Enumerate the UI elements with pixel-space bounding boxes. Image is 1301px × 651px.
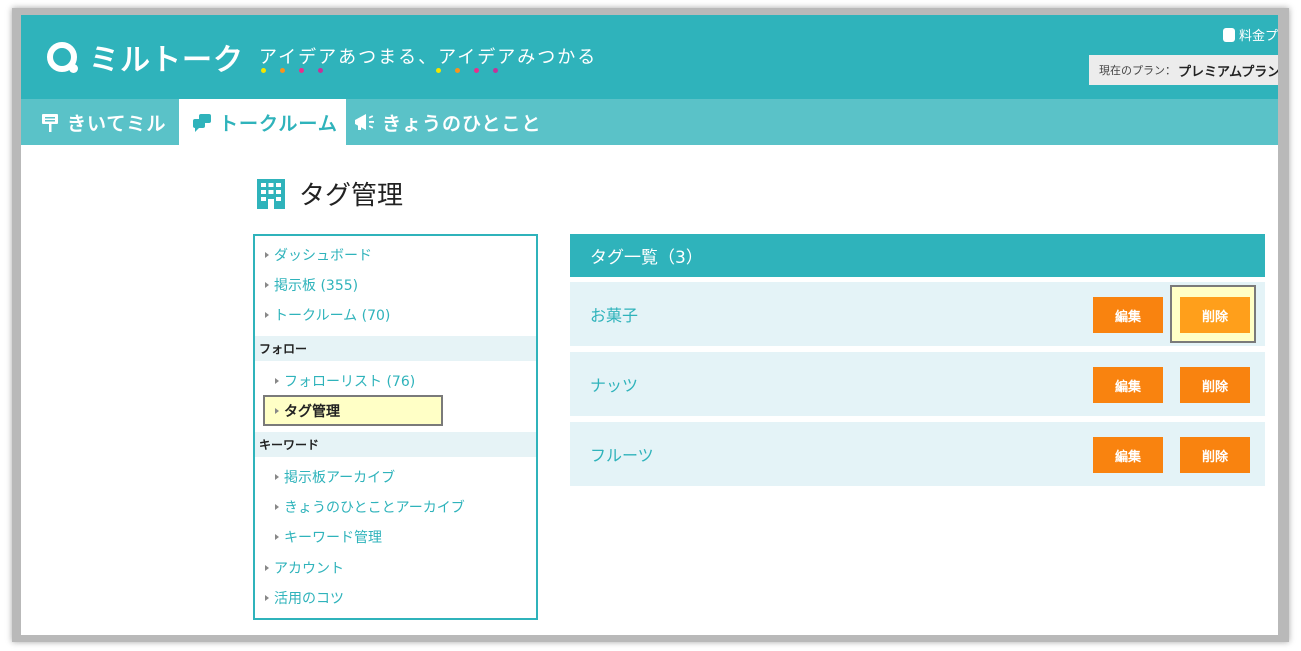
dot [318,68,323,73]
sidebar-section-keyword: キーワード [255,432,536,457]
megaphone-icon [355,114,374,130]
sidebar-item-label: フォローリスト (76) [284,374,416,390]
tag-name: お菓子 [590,306,639,325]
bullet-triangle-icon [275,407,279,414]
sidebar-item-dashboard[interactable]: ダッシュボード [255,240,536,270]
bullet-triangle-icon [265,312,269,318]
dot [493,68,498,73]
sidebar-item-tips[interactable]: 活用のコツ [255,583,536,613]
sidebar: ダッシュボード 掲示板 (355) トークルーム (70) フォロー フォローリ… [253,234,538,620]
sidebar-item-label: アカウント [274,561,344,577]
sidebar-item-hitokoto-archive[interactable]: きょうのひとことアーカイブ [255,492,536,522]
sidebar-item-label: ダッシュボード [274,248,372,264]
tag-name: フルーツ [590,446,654,465]
sidebar-item-talkroom[interactable]: トークルーム (70) [255,300,536,330]
dot [299,68,304,73]
chat-bubbles-icon [193,114,211,132]
bullet-triangle-icon [265,282,269,288]
delete-tag-button[interactable]: 削除 [1180,367,1250,403]
tab-talkroom[interactable]: トークルーム [179,99,346,145]
tab-kyounohitokoto[interactable]: きょうのひとこと [352,99,541,145]
plan-label: 現在のプラン： [1099,64,1176,77]
dot [280,68,285,73]
page-title: タグ管理 [257,175,403,212]
tagline-dots-right [436,68,498,74]
current-plan-box: 現在のプラン： プレミアムプラン [1089,55,1278,85]
site-tagline: アイデアあつまる、アイデアみつかる [259,47,598,68]
sidebar-item-tag-management[interactable]: タグ管理 [263,395,443,426]
plan-value: プレミアムプラン [1178,64,1278,80]
sidebar-item-label: きょうのひとことアーカイブ [284,500,465,516]
sidebar-item-board[interactable]: 掲示板 (355) [255,270,536,300]
tab-kiitemiru[interactable]: きいてミル [39,99,166,145]
site-header: ミルトーク アイデアあつまる、アイデアみつかる 料金プ 現在のプラン： プレミア… [21,15,1278,99]
logo-search-icon [47,42,78,73]
tagline-dots-left [261,68,323,74]
pricing-link[interactable]: 料金プ [1222,25,1278,44]
page-title-text: タグ管理 [299,181,404,211]
logo-text: ミルトーク [89,43,244,78]
tag-list-header: タグ一覧（3） [570,234,1265,277]
bullet-triangle-icon [275,534,279,540]
dot [436,68,441,73]
sidebar-item-label: トークルーム (70) [274,308,391,324]
tag-row: フルーツ 編集 削除 [570,422,1265,486]
sidebar-item-label: キーワード管理 [284,530,382,546]
sidebar-item-label: 活用のコツ [274,591,344,607]
sidebar-item-label: タグ管理 [284,403,340,420]
sidebar-section-follow: フォロー [255,336,536,361]
edit-tag-button[interactable]: 編集 [1093,437,1163,473]
sidebar-item-keyword-management[interactable]: キーワード管理 [255,522,536,552]
edit-tag-button[interactable]: 編集 [1093,367,1163,403]
bullet-triangle-icon [275,504,279,510]
pricing-label: 料金プ [1238,29,1278,44]
sidebar-item-label: 掲示板アーカイブ [284,470,396,486]
sidebar-item-label: 掲示板 (355) [274,278,359,294]
site-logo[interactable]: ミルトーク [47,37,244,78]
delete-tag-button[interactable]: 削除 [1180,297,1250,333]
coins-icon [1222,27,1235,42]
bullet-triangle-icon [265,252,269,258]
tab-label: トークルーム [219,112,338,135]
dot [474,68,479,73]
delete-tag-button[interactable]: 削除 [1180,437,1250,473]
tag-row: お菓子 編集 削除 [570,282,1265,346]
bullet-triangle-icon [265,595,269,601]
app-window: ミルトーク アイデアあつまる、アイデアみつかる 料金プ 現在のプラン： プレミア… [21,15,1278,635]
tab-label: きいてミル [67,112,167,135]
dot [455,68,460,73]
tag-row: ナッツ 編集 削除 [570,352,1265,416]
bullet-triangle-icon [275,474,279,480]
signboard-icon [42,114,58,132]
bullet-triangle-icon [275,378,279,384]
sidebar-item-account[interactable]: アカウント [255,553,536,583]
bullet-triangle-icon [265,565,269,571]
tag-name: ナッツ [590,376,639,395]
sidebar-item-follow-list[interactable]: フォローリスト (76) [255,366,536,396]
dot [261,68,266,73]
building-icon [257,178,285,209]
edit-tag-button[interactable]: 編集 [1093,297,1163,333]
sidebar-item-board-archive[interactable]: 掲示板アーカイブ [255,462,536,492]
tab-label: きょうのひとこと [382,112,542,135]
main-nav: きいてミル トークルーム きょうのひとこと [21,99,1278,145]
